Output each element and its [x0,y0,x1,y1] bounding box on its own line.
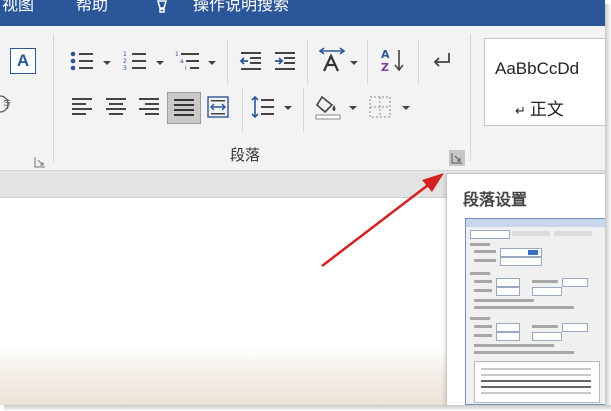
red-arrow-annotation [321,173,444,267]
window-shadow [605,4,611,411]
window-shadow [4,405,611,411]
word-window: 视图 帮助 操作说明搜索 A 字 123 1ai A Z 段落 AaBbCcDd… [0,0,605,405]
